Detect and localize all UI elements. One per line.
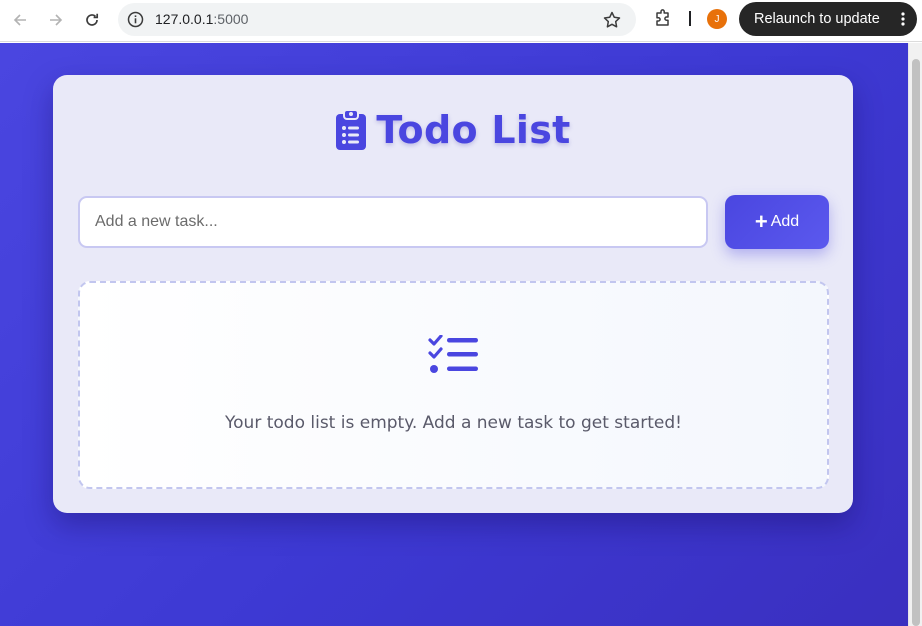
page-title: Todo List bbox=[376, 108, 571, 152]
back-button[interactable] bbox=[7, 7, 33, 33]
todo-card: Todo List + Add Your todo list is empty.… bbox=[53, 75, 853, 513]
empty-state-panel: Your todo list is empty. Add a new task … bbox=[78, 281, 829, 489]
tasks-list-icon bbox=[428, 335, 478, 373]
scrollbar-thumb[interactable] bbox=[912, 59, 920, 626]
page-scrollbar[interactable] bbox=[908, 43, 922, 626]
relaunch-to-update-button[interactable]: Relaunch to update bbox=[739, 2, 917, 36]
add-task-button[interactable]: + Add bbox=[725, 195, 829, 249]
new-task-input[interactable] bbox=[78, 196, 708, 248]
bookmark-star-icon[interactable] bbox=[602, 10, 622, 30]
arrow-left-icon bbox=[13, 14, 26, 26]
profile-avatar[interactable]: J bbox=[707, 9, 727, 29]
forward-button[interactable] bbox=[43, 7, 69, 33]
page-viewport: Todo List + Add Your todo list is empty.… bbox=[0, 43, 922, 626]
empty-state-message: Your todo list is empty. Add a new task … bbox=[225, 413, 682, 433]
page-header: Todo List bbox=[53, 108, 853, 152]
reload-icon bbox=[86, 13, 99, 26]
browser-toolbar: 127.0.0.1:5000 J Relaunch to update bbox=[0, 0, 922, 42]
extensions-puzzle-icon[interactable] bbox=[653, 8, 673, 28]
url-host: 127.0.0.1 bbox=[155, 11, 214, 27]
arrow-right-icon bbox=[50, 14, 63, 26]
address-bar[interactable]: 127.0.0.1:5000 bbox=[118, 3, 636, 36]
relaunch-label: Relaunch to update bbox=[754, 11, 880, 27]
plus-icon: + bbox=[754, 209, 768, 234]
site-info-icon[interactable] bbox=[127, 11, 144, 28]
add-button-label: Add bbox=[770, 213, 800, 230]
reload-button[interactable] bbox=[79, 7, 105, 33]
clipboard-list-icon bbox=[336, 109, 367, 150]
url-text: 127.0.0.1:5000 bbox=[155, 11, 248, 27]
toolbar-divider bbox=[689, 11, 691, 26]
url-port: :5000 bbox=[213, 11, 249, 27]
more-options-icon[interactable] bbox=[901, 12, 905, 26]
